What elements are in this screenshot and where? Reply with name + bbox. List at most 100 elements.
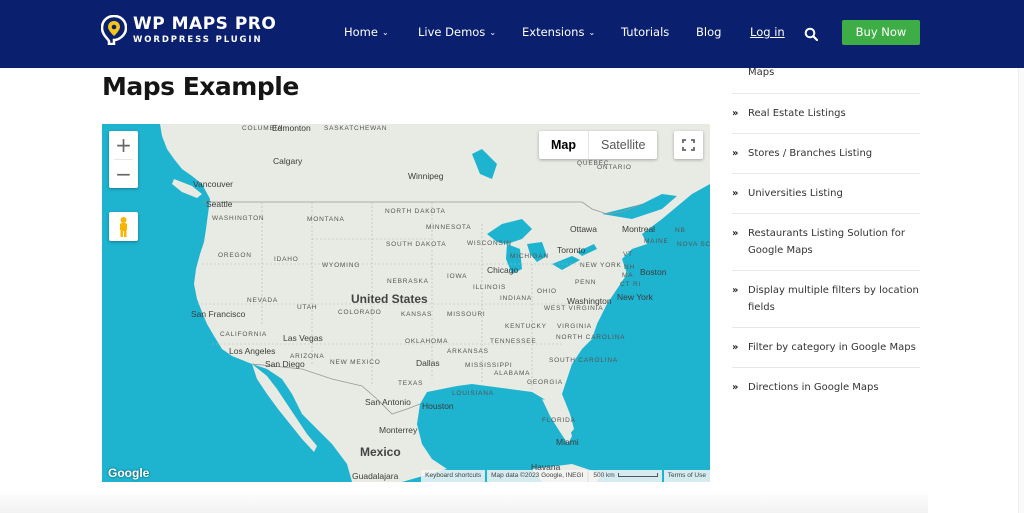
map-type-satellite-button[interactable]: Satellite <box>589 131 657 159</box>
google-map[interactable]: COLUMBIA SASKATCHEWAN ONTARIO QUEBEC WAS… <box>102 124 710 482</box>
sidebar-item[interactable]: » Restaurants Listing Solution for Google… <box>732 214 920 271</box>
nav-label: Extensions <box>522 25 585 39</box>
fullscreen-button[interactable] <box>674 131 703 159</box>
main-nav: Home ⌄ Live Demos ⌄ Extensions ⌄ Tutorials … <box>0 0 1024 68</box>
map-label: NOVA SCOTIA <box>677 241 710 248</box>
map-label: COLORADO <box>338 309 382 316</box>
map-label: MONTANA <box>307 216 345 223</box>
sidebar-item[interactable]: Maps <box>732 60 920 94</box>
sidebar-item[interactable]: » Filter by category in Google Maps <box>732 328 920 368</box>
nav-label: Live Demos <box>418 25 486 39</box>
map-label: WASHINGTON <box>212 215 265 222</box>
map-label: ARKANSAS <box>447 348 489 355</box>
country-label: Mexico <box>360 445 401 459</box>
map-label: ILLINOIS <box>473 284 507 291</box>
nav-tutorials[interactable]: Tutorials <box>621 25 669 39</box>
map-label: MISSISSIPPI <box>465 362 513 369</box>
nav-blog[interactable]: Blog <box>696 25 721 39</box>
map-label: VT <box>623 251 633 258</box>
double-chevron-right-icon: » <box>732 188 739 199</box>
city-label: Seattle <box>206 199 233 209</box>
double-chevron-right-icon: » <box>732 108 739 119</box>
map-label: UTAH <box>297 304 318 311</box>
map-label: QUEBEC <box>577 160 610 167</box>
map-label: OREGON <box>218 252 252 259</box>
city-label: San Diego <box>265 359 305 369</box>
sidebar-item-label: Directions in Google Maps <box>748 382 879 393</box>
map-type-map-button[interactable]: Map <box>539 131 589 159</box>
double-chevron-right-icon: » <box>732 148 739 159</box>
map-label: NEW YORK <box>580 262 622 269</box>
map-label: CT <box>620 281 631 288</box>
map-label: PENN <box>575 279 597 286</box>
scale-label: 500 km <box>593 472 615 479</box>
sidebar-item[interactable]: » Directions in Google Maps <box>732 368 920 407</box>
sidebar-item-label: Real Estate Listings <box>748 108 846 119</box>
sidebar-item-label: Maps <box>748 67 775 78</box>
map-label: IDAHO <box>274 256 299 263</box>
map-label: MISSOURI <box>447 311 486 318</box>
city-label: Houston <box>422 401 454 411</box>
sidebar-item[interactable]: » Stores / Branches Listing <box>732 134 920 174</box>
sidebar-item-label: Stores / Branches Listing <box>748 148 873 159</box>
sidebar-item-label: Restaurants Listing Solution for Google … <box>748 228 905 256</box>
map-label: NORTH CAROLINA <box>556 334 626 341</box>
city-label: New York <box>617 292 653 302</box>
map-label: SOUTH DAKOTA <box>386 241 446 249</box>
city-label: Dallas <box>416 358 440 368</box>
sidebar-item[interactable]: » Universities Listing <box>732 174 920 214</box>
zoom-out-button[interactable]: − <box>109 160 138 188</box>
map-label: KANSAS <box>401 311 433 318</box>
double-chevron-right-icon: » <box>732 342 739 353</box>
city-label: San Francisco <box>191 309 246 319</box>
nav-login[interactable]: Log in <box>750 25 785 39</box>
sidebar-item[interactable]: » Display multiple filters by location fi… <box>732 271 920 328</box>
keyboard-shortcuts-link[interactable]: Keyboard shortcuts <box>421 470 486 482</box>
city-label: San Antonio <box>365 397 411 407</box>
map-label: NEBRASKA <box>387 278 429 285</box>
page-bottom-shadow <box>0 490 928 513</box>
nav-home[interactable]: Home ⌄ <box>344 25 389 39</box>
terms-of-use-link[interactable]: Terms of Use <box>663 470 710 482</box>
zoom-in-button[interactable]: + <box>109 131 138 159</box>
map-label: NEW MEXICO <box>330 359 381 366</box>
street-view-pegman-button[interactable] <box>109 212 138 241</box>
map-label: TENNESSEE <box>490 338 537 345</box>
map-label: KENTUCKY <box>505 323 547 330</box>
map-label: NH <box>624 264 635 271</box>
scale-indicator[interactable]: 500 km <box>589 470 662 482</box>
nav-extensions[interactable]: Extensions ⌄ <box>522 25 595 39</box>
map-label: SOUTH CAROLINA <box>549 357 618 364</box>
zoom-control: + − <box>109 131 138 188</box>
map-label: ALABAMA <box>494 370 531 377</box>
page-title: Maps Example <box>102 72 299 101</box>
city-label: Toronto <box>557 245 586 255</box>
map-label: MA <box>622 272 634 279</box>
map-label: WEST VIRGINIA <box>544 305 604 312</box>
city-label: Vancouver <box>193 179 234 189</box>
city-label: Las Vegas <box>283 333 323 343</box>
city-label: Edmonton <box>272 124 311 133</box>
page-scrollbar[interactable] <box>1018 68 1024 513</box>
nav-label: Home <box>344 25 378 39</box>
map-label: TEXAS <box>398 380 424 387</box>
google-logo: Google <box>108 466 150 480</box>
buy-now-button[interactable]: Buy Now <box>842 20 920 45</box>
chevron-down-icon: ⌄ <box>588 28 596 37</box>
map-label: GEORGIA <box>527 379 563 386</box>
map-label: MINNESOTA <box>426 224 472 231</box>
map-label: OKLAHOMA <box>405 338 449 345</box>
scale-bar <box>617 473 658 478</box>
search-icon[interactable] <box>804 27 818 41</box>
double-chevron-right-icon: » <box>732 228 739 239</box>
map-label: NORTH DAKOTA <box>385 208 445 216</box>
map-label: INDIANA <box>500 295 532 302</box>
city-label: Winnipeg <box>408 171 444 181</box>
nav-live-demos[interactable]: Live Demos ⌄ <box>418 25 496 39</box>
chevron-down-icon: ⌄ <box>489 28 497 37</box>
city-label: Montreal <box>622 224 656 234</box>
map-label: SASKATCHEWAN <box>324 125 388 132</box>
city-label: Ottawa <box>570 224 597 234</box>
map-type-control: Map Satellite <box>539 131 658 159</box>
sidebar-item[interactable]: » Real Estate Listings <box>732 94 920 134</box>
